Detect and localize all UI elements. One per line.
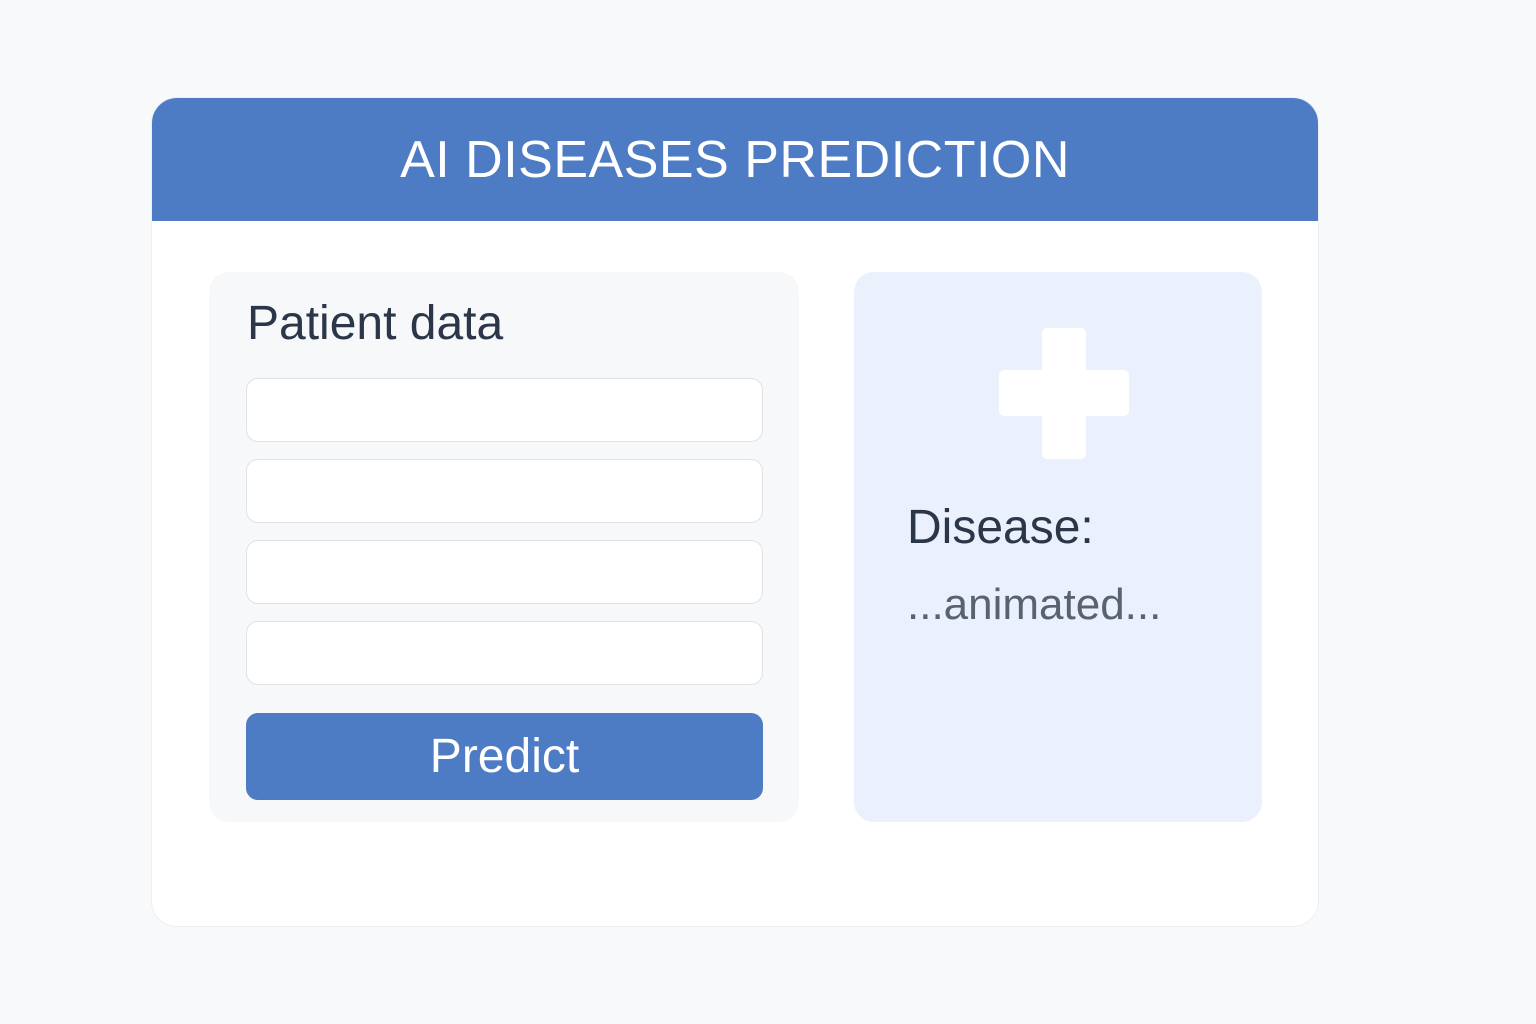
patient-field-2[interactable] [246, 459, 763, 523]
predict-button[interactable]: Predict [246, 713, 763, 800]
patient-data-title: Patient data [247, 297, 504, 350]
disease-label: Disease: [907, 501, 1094, 554]
prediction-card: AI DISEASES PREDICTION Patient data Pred… [151, 97, 1319, 927]
medical-cross-icon [999, 328, 1129, 459]
patient-field-4[interactable] [246, 621, 763, 685]
page-title: AI DISEASES PREDICTION [400, 130, 1070, 189]
patient-field-3[interactable] [246, 540, 763, 604]
disease-value: ...animated... [907, 580, 1162, 629]
patient-field-1[interactable] [246, 378, 763, 442]
patient-data-panel: Patient data Predict [209, 272, 799, 822]
card-header: AI DISEASES PREDICTION [152, 98, 1318, 221]
result-panel: Disease: ...animated... [854, 272, 1262, 822]
